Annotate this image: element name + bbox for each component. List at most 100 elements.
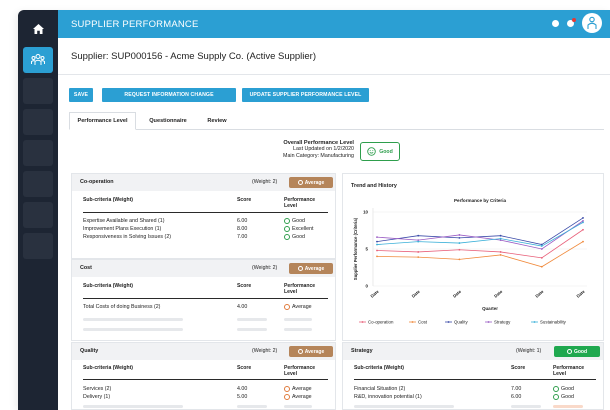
data-point: [499, 237, 502, 240]
x-tick-label: Date: [534, 289, 545, 299]
good-icon: [284, 218, 290, 224]
y-axis-label: Supplier Performance (Criteria): [353, 217, 358, 280]
placeholder-bar: [354, 405, 454, 408]
row-name: Total Costs of doing Business (2): [83, 304, 161, 310]
overall-level-text: Good: [379, 148, 393, 155]
header-rule: [83, 212, 328, 213]
col-score: Score: [237, 365, 252, 371]
sidebar-item-3[interactable]: [23, 140, 53, 166]
legend-label: Sustainability: [540, 320, 567, 325]
sidebar-item-5[interactable]: [23, 202, 53, 228]
col-performance: Performance Level: [284, 365, 316, 377]
row-score: 5.00: [237, 394, 248, 400]
app-title: SUPPLIER PERFORMANCE: [71, 18, 199, 30]
panel-trend: Trend and History Performance by Criteri…: [342, 173, 604, 341]
row-score: 4.00: [237, 304, 248, 310]
request-information-change-button[interactable]: REQUEST INFORMATION CHANGE: [102, 88, 236, 102]
row-name: Services (2): [83, 386, 112, 392]
sidebar-item-6[interactable]: [23, 233, 53, 259]
data-point: [376, 236, 378, 239]
data-point: [499, 251, 502, 253]
data-point: [458, 248, 461, 251]
panel-header: Co-operation (Weight: 2) Average: [72, 174, 335, 191]
col-score: Score: [237, 283, 252, 289]
main-category: Main Category: Manufacturing: [283, 152, 354, 159]
data-point: [540, 248, 543, 250]
notification-icon[interactable]: [567, 17, 576, 27]
data-point: [540, 265, 543, 268]
placeholder-bar: [553, 405, 583, 408]
row-score: 7.00: [237, 234, 248, 240]
average-icon: [284, 386, 290, 392]
good-icon: [566, 349, 572, 354]
placeholder-bar: [83, 318, 183, 321]
col-subcriteria: Sub-criteria (Weight): [83, 365, 133, 371]
placeholder-bar: [511, 405, 541, 408]
chart-title: Performance by Criteria: [454, 198, 507, 203]
col-performance: Performance Level: [553, 365, 585, 377]
tab-questionnaire[interactable]: Questionnaire: [138, 112, 198, 130]
panel-cost: Cost (Weight: 2) Average Sub-criteria (W…: [71, 259, 336, 341]
main-content: Supplier: SUP000156 - Acme Supply Co. (A…: [58, 38, 610, 410]
row-score: 4.00: [237, 386, 248, 392]
update-performance-level-button[interactable]: UPDATE SUPPLIER PERFORMANCE LEVEL: [242, 88, 369, 102]
overall-summary: Overall Performance Level Last Updated o…: [208, 140, 354, 159]
sidebar-item-2[interactable]: [23, 109, 53, 135]
row-name: Responsiveness in Solving Issues (2): [83, 234, 172, 240]
panel-title: Co-operation: [80, 179, 114, 185]
col-performance: Performance Level: [284, 283, 316, 295]
home-button[interactable]: [23, 16, 53, 42]
row-score: 8.00: [237, 226, 248, 232]
row-score: 7.00: [511, 386, 522, 392]
trend-line-chart: Performance by Criteria 0 5 10 Supplier Perf…: [353, 198, 587, 325]
panel-level-badge: Average: [289, 263, 333, 274]
data-point: [417, 234, 420, 237]
app-window: SUPPLIER PERFORMANCE Supplier: SUP000156…: [18, 10, 610, 410]
sidebar-item-suppliers[interactable]: [23, 47, 53, 73]
series-line: [376, 222, 584, 247]
data-point: [540, 245, 543, 247]
panel-header: Cost (Weight: 2) Average: [72, 260, 335, 277]
panel-weight: (Weight: 2): [252, 265, 278, 271]
row-score: 6.00: [237, 218, 248, 224]
sidebar: [18, 10, 58, 410]
placeholder-bar: [83, 405, 183, 408]
panel-cooperation: Co-operation (Weight: 2) Average Sub-cri…: [71, 173, 336, 259]
panel-header: Strategy (Weight: 1) Good: [343, 343, 603, 360]
average-icon: [297, 266, 303, 271]
data-point: [376, 240, 378, 243]
row-level: Good: [553, 394, 574, 400]
excellent-icon: [284, 226, 290, 232]
user-avatar-icon[interactable]: [582, 13, 602, 33]
average-icon: [297, 349, 303, 354]
divider: [58, 74, 610, 75]
panel-level-text: Average: [304, 179, 325, 186]
save-button[interactable]: SAVE: [69, 88, 93, 102]
sidebar-item-4[interactable]: [23, 171, 53, 197]
col-performance: Performance Level: [284, 197, 316, 209]
placeholder-bar: [284, 328, 312, 331]
row-name: R&D, innovation potential (1): [354, 394, 422, 400]
col-subcriteria: Sub-criteria (Weight): [83, 283, 133, 289]
sidebar-item-1[interactable]: [23, 78, 53, 104]
placeholder-bar: [237, 405, 267, 408]
good-icon: [553, 386, 559, 392]
header-rule: [83, 379, 328, 380]
good-icon: [284, 234, 290, 240]
x-tick-label: Date: [575, 289, 586, 299]
panel-level-badge: Average: [289, 346, 333, 357]
row-level: Average: [284, 394, 312, 400]
tab-review[interactable]: Review: [199, 112, 235, 130]
row-name: Financial Situation (2): [354, 386, 406, 392]
tab-performance-level[interactable]: Performance Level: [69, 112, 136, 130]
row-level: Good: [284, 234, 305, 240]
col-score: Score: [237, 197, 252, 203]
average-icon: [297, 180, 303, 185]
data-point: [458, 237, 461, 239]
data-point: [458, 242, 461, 244]
average-icon: [284, 304, 290, 310]
data-point: [458, 258, 461, 261]
status-dot-icon[interactable]: [552, 19, 559, 27]
legend-label: Co-operation: [368, 320, 394, 325]
row-name: Improvement Plans Execution (1): [83, 226, 162, 232]
